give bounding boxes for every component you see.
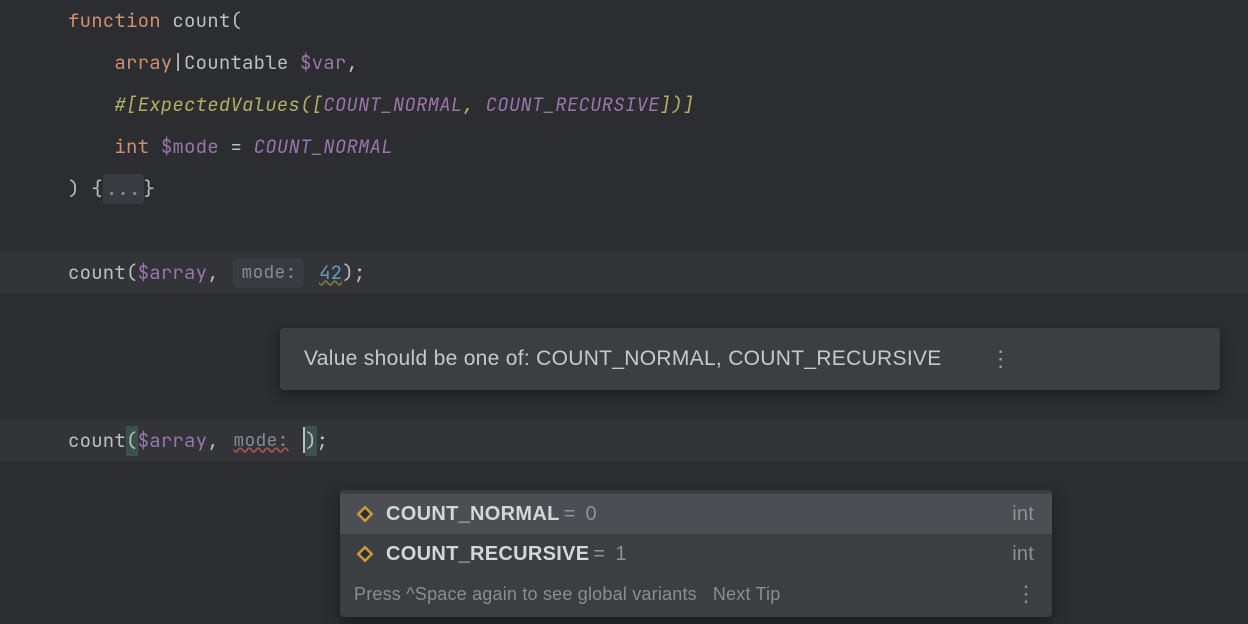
completion-value: 0: [585, 498, 596, 530]
code-line[interactable]: array|Countable $var,: [0, 42, 1248, 84]
paren-open: (: [230, 6, 242, 36]
keyword-function: function: [68, 6, 161, 36]
const-ref: COUNT_NORMAL: [323, 90, 462, 120]
more-actions-icon[interactable]: ⋮: [1015, 591, 1038, 598]
code-line[interactable]: count($array, mode: 42);: [0, 252, 1248, 294]
completion-footer: Press ^Space again to see global variant…: [340, 574, 1052, 617]
const-ref: COUNT_RECURSIVE: [486, 90, 660, 120]
const-ref: COUNT_NORMAL: [254, 132, 393, 162]
paren-open-matched: (: [126, 426, 138, 456]
arg-array: $array: [138, 258, 208, 288]
fold-placeholder[interactable]: ...: [103, 174, 144, 204]
constant-icon: [354, 543, 376, 565]
completion-type: int: [652, 538, 1034, 570]
completion-footer-hint: Press ^Space again to see global variant…: [354, 580, 697, 609]
code-line[interactable]: function count(: [0, 0, 1248, 42]
code-line[interactable]: [0, 210, 1248, 252]
arg-array: $array: [138, 426, 208, 456]
code-line[interactable]: int $mode = COUNT_NORMAL: [0, 126, 1248, 168]
inspection-tooltip: Value should be one of: COUNT_NORMAL, CO…: [280, 328, 1220, 390]
code-line[interactable]: #[ExpectedValues([COUNT_NORMAL, COUNT_RE…: [0, 84, 1248, 126]
completion-item[interactable]: COUNT_NORMAL = 0 int: [340, 494, 1052, 534]
function-name: count: [172, 6, 230, 36]
code-editor[interactable]: function count( array|Countable $var, #[…: [0, 0, 1248, 462]
attribute-open: #[: [114, 90, 137, 120]
call-fn: count: [68, 426, 126, 456]
completion-name: COUNT_NORMAL: [386, 498, 560, 530]
type-array: array: [114, 48, 172, 78]
param-hint: mode:: [233, 258, 304, 289]
tooltip-text: Value should be one of: COUNT_NORMAL, CO…: [304, 342, 942, 376]
type-countable: Countable: [184, 48, 288, 78]
type-int: int: [114, 132, 149, 162]
arg-value: 42: [319, 258, 342, 288]
attribute-name: ExpectedValues: [138, 90, 300, 120]
code-line[interactable]: ) {...}: [0, 168, 1248, 210]
paren-close-matched: ): [305, 426, 317, 456]
code-line[interactable]: count($array, mode: );: [0, 420, 1248, 462]
text-cursor: [303, 427, 305, 453]
more-actions-icon[interactable]: ⋮: [990, 356, 1013, 363]
param-hint: mode:: [233, 427, 288, 456]
param-var: $var: [300, 48, 346, 78]
completion-type: int: [652, 498, 1034, 530]
call-fn: count: [68, 258, 126, 288]
completion-value: 1: [615, 538, 626, 570]
constant-icon: [354, 503, 376, 525]
attribute-close: ]: [683, 90, 695, 120]
completion-name: COUNT_RECURSIVE: [386, 538, 589, 570]
param-mode: $mode: [161, 132, 219, 162]
completion-item[interactable]: COUNT_RECURSIVE = 1 int: [340, 534, 1052, 574]
completion-popup[interactable]: COUNT_NORMAL = 0 int COUNT_RECURSIVE = 1…: [340, 490, 1052, 617]
next-tip-link[interactable]: Next Tip: [713, 580, 781, 609]
